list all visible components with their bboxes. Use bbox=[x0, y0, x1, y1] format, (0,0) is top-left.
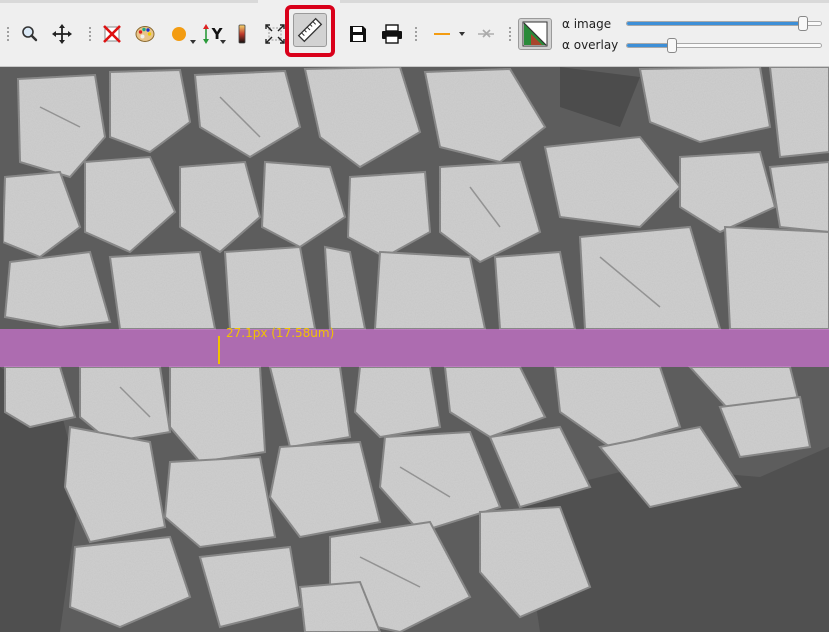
toolbar-grip[interactable] bbox=[6, 26, 10, 42]
tab-left[interactable] bbox=[0, 0, 258, 3]
marker-button[interactable] bbox=[472, 20, 500, 48]
pan-button[interactable] bbox=[48, 20, 76, 48]
magnifier-icon bbox=[22, 26, 38, 42]
move-arrows-icon bbox=[52, 24, 72, 44]
orange-dot-icon bbox=[172, 27, 186, 41]
save-button[interactable] bbox=[344, 20, 372, 48]
toolbar-grip[interactable] bbox=[508, 26, 512, 42]
colormap-triangle-icon bbox=[522, 21, 548, 47]
palette-icon bbox=[135, 26, 155, 42]
alpha-image-slider[interactable] bbox=[626, 16, 822, 31]
expand-arrows-icon bbox=[265, 24, 285, 44]
line-style-button[interactable] bbox=[428, 20, 456, 48]
floppy-disk-icon bbox=[350, 26, 366, 42]
ruler-icon bbox=[297, 17, 323, 43]
x-marker-icon bbox=[478, 29, 494, 38]
alpha-overlay-slider[interactable] bbox=[626, 38, 822, 53]
clear-overlay-button[interactable] bbox=[98, 20, 126, 48]
colorbar-button[interactable] bbox=[228, 20, 256, 48]
colormap-button[interactable] bbox=[518, 18, 552, 50]
zoom-button[interactable] bbox=[16, 20, 44, 48]
toolbar-grip[interactable] bbox=[88, 26, 92, 42]
tab-right[interactable] bbox=[340, 0, 829, 3]
ruler-button[interactable] bbox=[293, 13, 327, 47]
measurement-line[interactable] bbox=[218, 336, 220, 364]
alpha-overlay-label: α overlay bbox=[562, 38, 619, 52]
alpha-image-slider-handle[interactable] bbox=[798, 16, 808, 31]
red-cross-icon bbox=[103, 25, 121, 43]
printer-icon bbox=[382, 24, 402, 44]
measurement-label: 27.1px (17.58um) bbox=[226, 326, 335, 340]
toolbar: Y α image α overlay bbox=[0, 0, 829, 67]
line-style-dropdown-caret[interactable] bbox=[459, 32, 465, 36]
color-button[interactable] bbox=[165, 20, 193, 48]
alpha-overlay-slider-handle[interactable] bbox=[667, 38, 677, 53]
overlay-band bbox=[0, 329, 829, 367]
tab-strip bbox=[0, 0, 829, 3]
alpha-image-slider-fill bbox=[627, 22, 803, 25]
flip-dropdown-caret[interactable] bbox=[220, 40, 226, 44]
toolbar-grip[interactable] bbox=[414, 26, 418, 42]
image-viewer[interactable]: 27.1px (17.58um) bbox=[0, 67, 829, 632]
orange-line-icon bbox=[434, 33, 450, 35]
palette-button[interactable] bbox=[131, 20, 159, 48]
color-dropdown-caret[interactable] bbox=[190, 40, 196, 44]
alpha-image-label: α image bbox=[562, 17, 612, 31]
alpha-overlay-slider-fill bbox=[627, 44, 672, 47]
print-button[interactable] bbox=[378, 20, 406, 48]
colorbar-icon bbox=[238, 24, 246, 44]
